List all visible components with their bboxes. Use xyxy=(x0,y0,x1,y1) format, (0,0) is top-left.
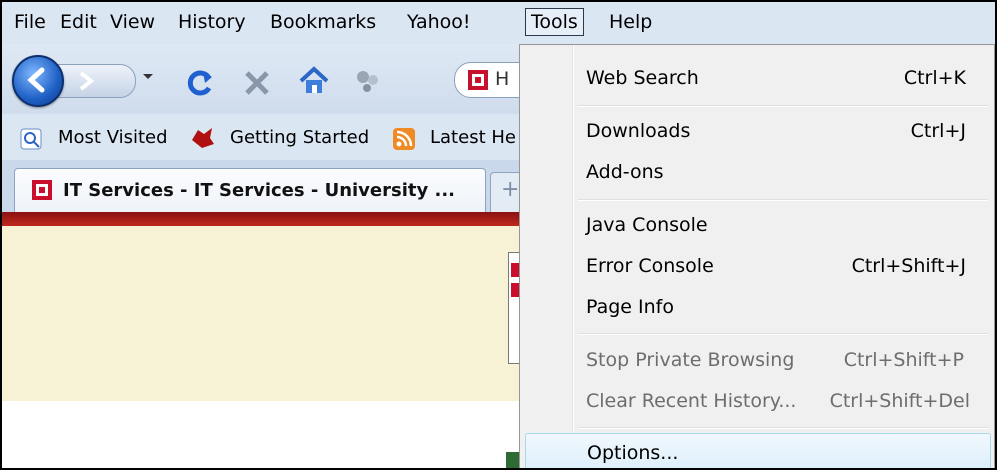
menu-item-shortcut: Ctrl+K xyxy=(903,67,966,89)
stop-icon[interactable] xyxy=(242,68,272,98)
menu-separator xyxy=(578,105,988,107)
menu-item-label: Add-ons xyxy=(586,161,664,183)
tab-title: IT Services - IT Services - University .… xyxy=(63,180,456,201)
bookmark-most-visited[interactable]: Most Visited xyxy=(58,127,168,148)
site-favicon-icon xyxy=(468,70,488,90)
menu-item-label: Web Search xyxy=(586,67,699,89)
menu-item-page-info[interactable]: Page Info xyxy=(520,287,994,327)
back-button[interactable] xyxy=(12,55,64,107)
url-text: H xyxy=(495,68,510,90)
most-visited-icon xyxy=(20,128,42,150)
getting-started-icon xyxy=(192,128,214,148)
history-dropdown-icon[interactable] xyxy=(140,66,156,90)
forward-arrow-icon xyxy=(79,71,95,91)
back-arrow-icon xyxy=(27,67,45,93)
bookmark-latest-headlines[interactable]: Latest He xyxy=(430,127,516,148)
menu-separator xyxy=(578,333,988,335)
menu-item-label: Clear Recent History... xyxy=(586,390,797,412)
menu-item-clear-recent-history: Clear Recent History... Ctrl+Shift+Del xyxy=(520,381,994,421)
tools-dropdown-menu: Web Search Ctrl+K Downloads Ctrl+J Add-o… xyxy=(519,44,995,468)
menu-bookmarks[interactable]: Bookmarks xyxy=(270,10,376,34)
menu-file[interactable]: File xyxy=(14,10,46,34)
menu-tools[interactable]: Tools xyxy=(525,8,584,36)
browser-window: File Edit View History Bookmarks Yahoo! … xyxy=(0,0,997,470)
menu-item-label: Page Info xyxy=(586,296,674,318)
menu-view[interactable]: View xyxy=(110,10,155,34)
menu-item-options[interactable]: Options... xyxy=(525,433,991,468)
menu-item-error-console[interactable]: Error Console Ctrl+Shift+J xyxy=(520,246,994,286)
plus-icon: + xyxy=(501,177,520,202)
home-icon[interactable] xyxy=(298,66,330,96)
menu-item-add-ons[interactable]: Add-ons xyxy=(520,152,994,192)
menu-separator xyxy=(578,427,988,429)
menu-item-label: Downloads xyxy=(586,120,691,142)
menu-item-shortcut: Ctrl+J xyxy=(910,120,966,142)
bookmark-getting-started[interactable]: Getting Started xyxy=(230,127,369,148)
menu-item-label: Options... xyxy=(587,442,679,464)
menu-separator xyxy=(578,199,988,201)
menu-item-web-search[interactable]: Web Search Ctrl+K xyxy=(520,58,994,98)
reload-icon[interactable] xyxy=(185,68,215,98)
menu-item-shortcut: Ctrl+Shift+P xyxy=(843,349,964,371)
menu-history[interactable]: History xyxy=(178,10,246,34)
menu-item-shortcut: Ctrl+Shift+J xyxy=(851,255,966,277)
menu-item-stop-private-browsing: Stop Private Browsing Ctrl+Shift+P xyxy=(520,340,994,380)
menu-item-downloads[interactable]: Downloads Ctrl+J xyxy=(520,111,994,151)
menu-yahoo[interactable]: Yahoo! xyxy=(407,10,471,34)
addon-toolbar-icon[interactable] xyxy=(354,68,382,96)
tab-it-services[interactable]: IT Services - IT Services - University .… xyxy=(14,168,486,213)
menu-help[interactable]: Help xyxy=(609,10,652,34)
rss-feed-icon xyxy=(393,128,415,150)
menu-item-label: Error Console xyxy=(586,255,714,277)
menu-edit[interactable]: Edit xyxy=(60,10,97,34)
menu-item-label: Stop Private Browsing xyxy=(586,349,795,371)
forward-button[interactable] xyxy=(54,64,136,98)
menu-bar: File Edit View History Bookmarks Yahoo! … xyxy=(2,2,995,44)
menu-item-java-console[interactable]: Java Console xyxy=(520,205,994,245)
menu-item-label: Java Console xyxy=(586,214,708,236)
tab-favicon-icon xyxy=(32,180,52,200)
menu-item-shortcut: Ctrl+Shift+Del xyxy=(829,390,970,412)
